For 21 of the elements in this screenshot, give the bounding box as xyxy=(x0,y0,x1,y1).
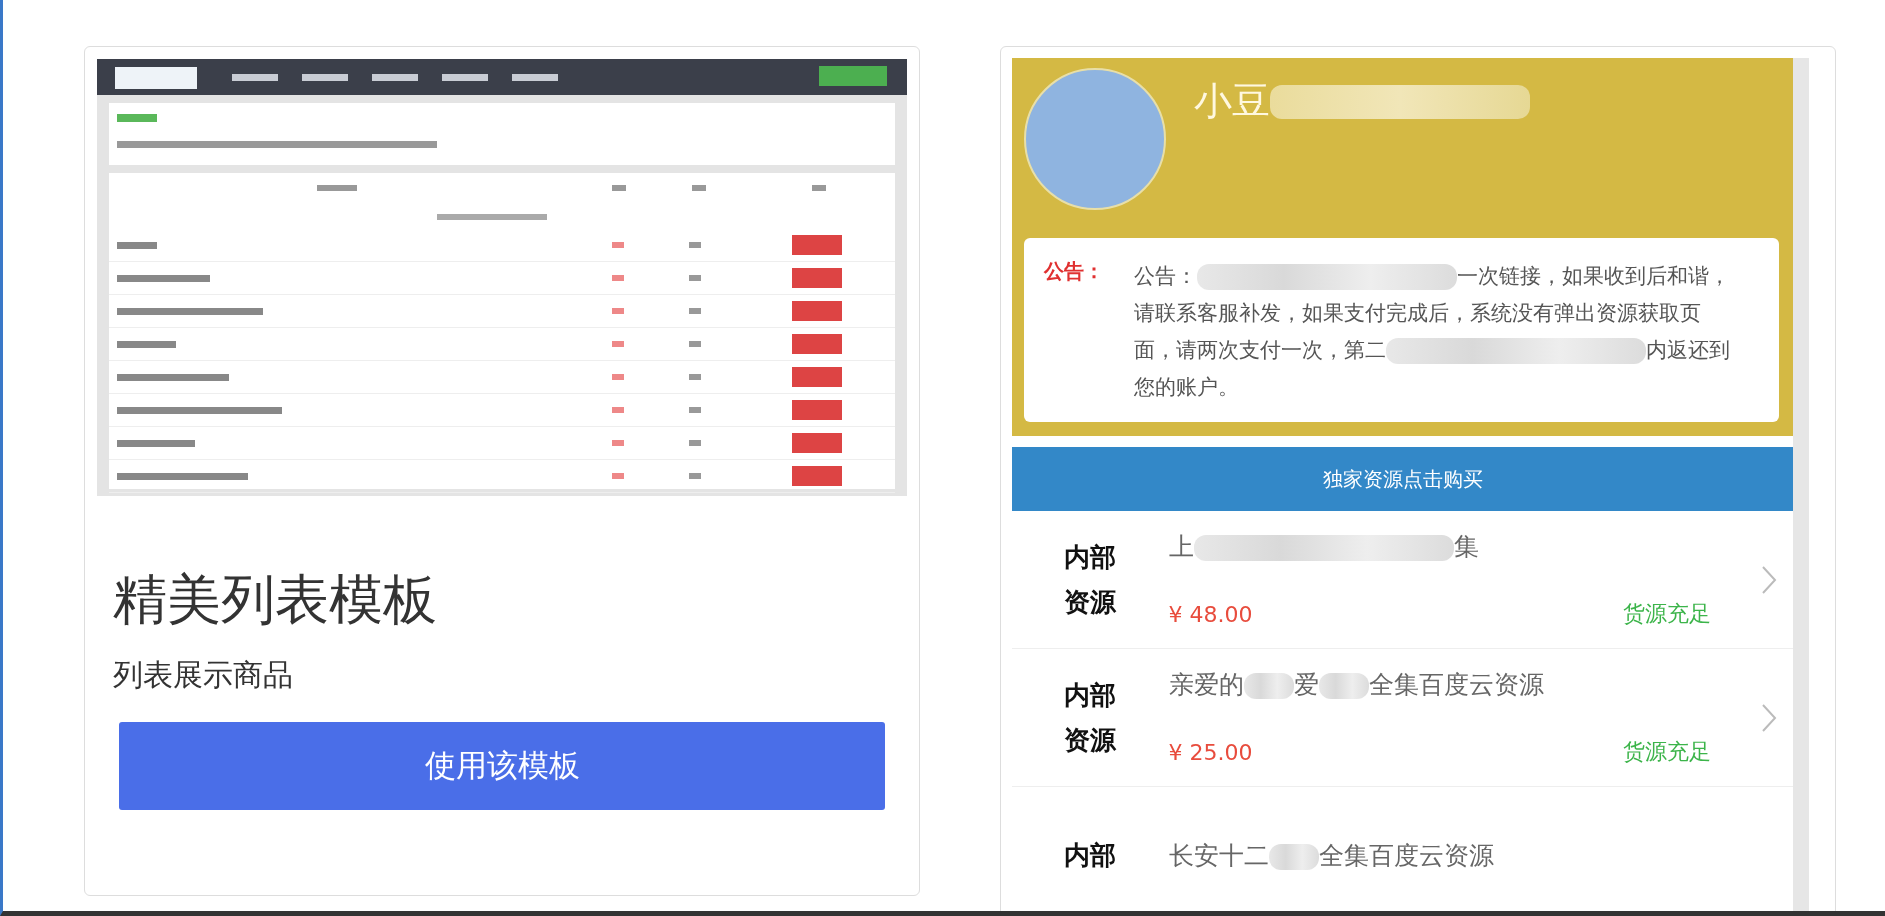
template-description: 列表展示商品 xyxy=(113,655,294,694)
product-title: 上 集 xyxy=(1168,531,1480,563)
notice-text: 公告： 一次链接，如果收到后和谐，请联系客服补发，如果支付完成后，系统没有弹出资源获取页面，请两次支付一次，第二 内返还到您的账户。 xyxy=(1134,263,1731,401)
resource-tag-label: 内部资源 xyxy=(1064,541,1117,619)
chevron-right-icon xyxy=(1761,564,1777,595)
template-title: 精美列表模板 xyxy=(113,568,438,633)
chevron-right-icon xyxy=(1761,702,1777,733)
stock-status: 货源充足 xyxy=(1623,600,1711,628)
product-price: ¥ 48.00 xyxy=(1168,601,1253,627)
product-item[interactable]: 内部资源 亲爱的 爱 全集百度云资源 ¥ 25.00 货源充足 xyxy=(1012,649,1793,787)
product-title: 长安十二 全集百度云资源 xyxy=(1168,840,1495,872)
product-price: ¥ 25.00 xyxy=(1168,739,1253,765)
stock-status: 货源充足 xyxy=(1623,738,1711,766)
use-template-button[interactable]: 使用该模板 xyxy=(119,721,885,810)
resource-tag-label: 内部资源 xyxy=(1064,679,1117,757)
product-item[interactable]: 内部 长安十二 全集百度云资源 xyxy=(1012,787,1793,911)
notice-label: 公告： xyxy=(1044,258,1104,285)
product-item[interactable]: 内部资源 上 集 ¥ 48.00 货源充足 xyxy=(1012,511,1793,649)
resource-tag-label: 内部 xyxy=(1064,839,1117,873)
product-title: 亲爱的 爱 全集百度云资源 xyxy=(1168,669,1545,701)
buy-banner[interactable]: 独家资源点击购买 xyxy=(1012,447,1793,511)
